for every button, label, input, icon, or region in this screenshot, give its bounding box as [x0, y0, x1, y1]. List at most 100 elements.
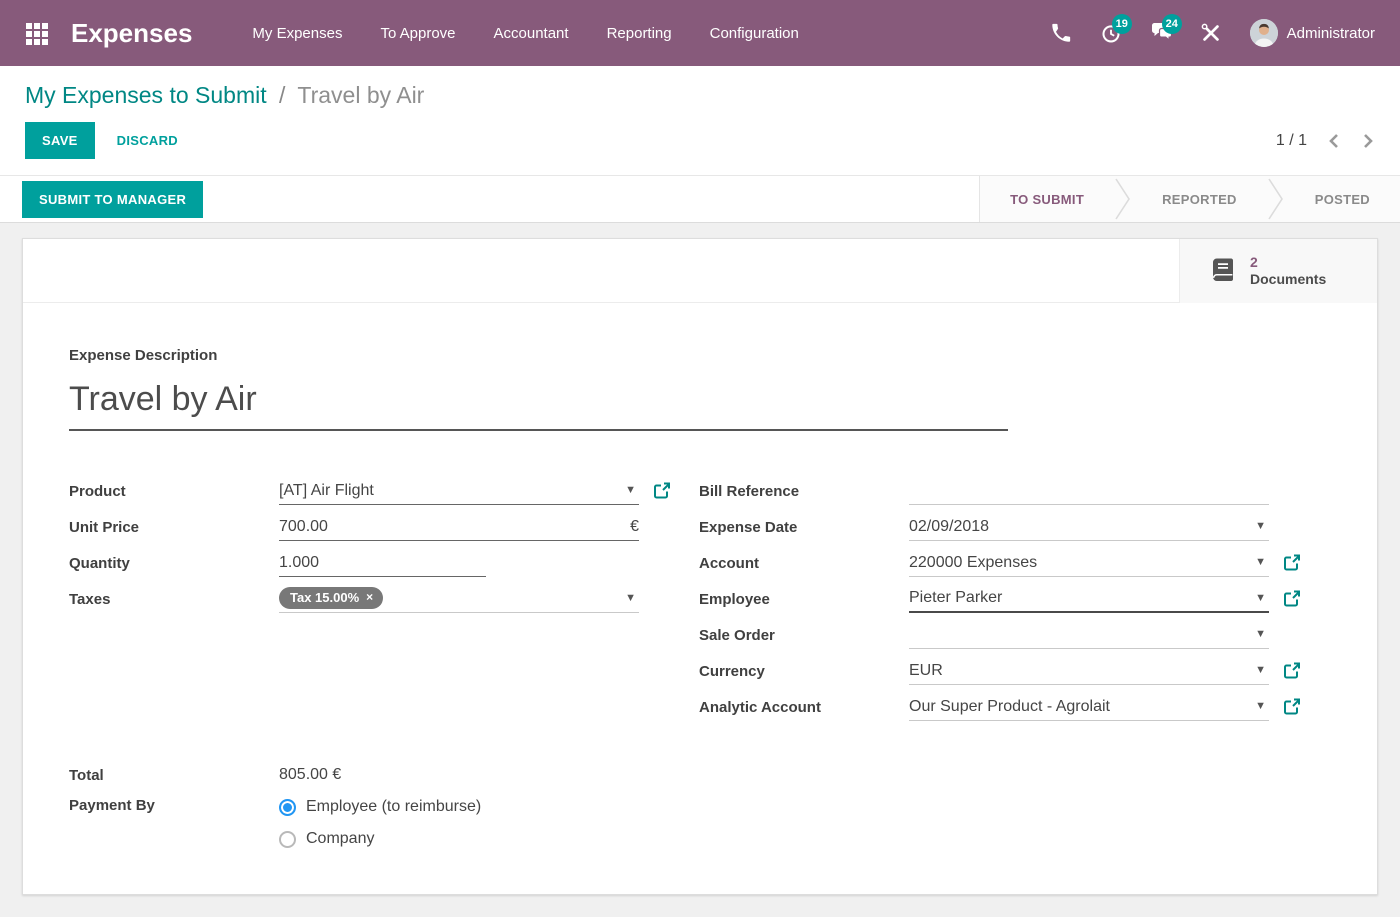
field-row-employee: Employee Pieter Parker ▼: [699, 581, 1269, 617]
quantity-input[interactable]: 1.000: [279, 549, 486, 577]
activities-clock-icon[interactable]: 19: [1100, 22, 1122, 44]
total-label: Total: [69, 767, 279, 784]
pager-value: 1 / 1: [1276, 132, 1307, 150]
radio-selected-icon[interactable]: [279, 799, 296, 816]
field-row-account: Account 220000 Expenses ▼: [699, 545, 1269, 581]
external-link-icon[interactable]: [1284, 662, 1301, 679]
product-input[interactable]: [AT] Air Flight ▼: [279, 477, 639, 505]
bill-reference-label: Bill Reference: [699, 483, 909, 500]
dropdown-caret-icon[interactable]: ▼: [1255, 665, 1266, 676]
totals-section: Total 805.00 € Payment By Employee (to r…: [69, 759, 1331, 855]
field-row-bill-reference: Bill Reference: [699, 473, 1269, 509]
payment-option-employee[interactable]: Employee (to reimburse): [279, 791, 481, 823]
book-icon: [1208, 256, 1238, 286]
user-name: Administrator: [1287, 25, 1375, 42]
dropdown-caret-icon[interactable]: ▼: [1255, 557, 1266, 568]
status-steps: TO SUBMIT REPORTED POSTED: [979, 176, 1400, 222]
activities-badge: 19: [1112, 14, 1132, 34]
external-link-icon[interactable]: [654, 482, 671, 499]
content-area: 2 Documents Expense Description Travel b…: [0, 223, 1400, 917]
button-box: 2 Documents: [23, 239, 1377, 303]
expense-date-input[interactable]: 02/09/2018 ▼: [909, 513, 1269, 541]
menu-accountant[interactable]: Accountant: [494, 25, 569, 42]
messages-badge: 24: [1162, 14, 1182, 34]
account-label: Account: [699, 555, 909, 572]
external-link-icon[interactable]: [1284, 590, 1301, 607]
user-menu[interactable]: Administrator: [1250, 19, 1375, 47]
account-input[interactable]: 220000 Expenses ▼: [909, 549, 1269, 577]
employee-input[interactable]: Pieter Parker ▼: [909, 585, 1269, 613]
phone-icon[interactable]: [1050, 22, 1072, 44]
status-step-posted[interactable]: POSTED: [1285, 176, 1400, 222]
field-row-quantity: Quantity 1.000: [69, 545, 639, 581]
bill-reference-input[interactable]: [909, 477, 1269, 505]
product-label: Product: [69, 483, 279, 500]
documents-stat-button[interactable]: 2 Documents: [1179, 239, 1377, 303]
messages-chat-icon[interactable]: 24: [1150, 22, 1172, 44]
dropdown-caret-icon[interactable]: ▼: [1255, 593, 1266, 604]
taxes-input[interactable]: Tax 15.00% × ▼: [279, 585, 639, 613]
unit-price-input[interactable]: 700.00 €: [279, 513, 639, 541]
status-step-arrow-icon: [1267, 176, 1285, 222]
external-link-icon[interactable]: [1284, 698, 1301, 715]
taxes-label: Taxes: [69, 591, 279, 608]
expense-date-label: Expense Date: [699, 519, 909, 536]
quantity-label: Quantity: [69, 555, 279, 572]
field-row-unit-price: Unit Price 700.00 €: [69, 509, 639, 545]
field-row-product: Product [AT] Air Flight ▼: [69, 473, 639, 509]
save-button[interactable]: SAVE: [25, 122, 95, 159]
menu-reporting[interactable]: Reporting: [607, 25, 672, 42]
remove-tag-icon[interactable]: ×: [366, 590, 373, 604]
field-row-expense-date: Expense Date 02/09/2018 ▼: [699, 509, 1269, 545]
tools-icon[interactable]: [1200, 22, 1222, 44]
employee-label: Employee: [699, 591, 909, 608]
submit-to-manager-button[interactable]: SUBMIT TO MANAGER: [22, 181, 203, 218]
dropdown-caret-icon[interactable]: ▼: [1255, 701, 1266, 712]
radio-unselected-icon[interactable]: [279, 831, 296, 848]
currency-label: Currency: [699, 663, 909, 680]
form-left-group: Product [AT] Air Flight ▼ Unit Price 7: [69, 473, 639, 617]
menu-configuration[interactable]: Configuration: [710, 25, 799, 42]
sale-order-label: Sale Order: [699, 627, 909, 644]
unit-price-label: Unit Price: [69, 519, 279, 536]
payment-by-label: Payment By: [69, 791, 279, 814]
dropdown-caret-icon[interactable]: ▼: [625, 485, 636, 496]
external-link-icon[interactable]: [1284, 554, 1301, 571]
documents-count: 2: [1250, 254, 1326, 271]
status-step-arrow-icon: [1114, 176, 1132, 222]
app-title[interactable]: Expenses: [71, 18, 192, 49]
sale-order-input[interactable]: ▼: [909, 621, 1269, 649]
documents-label: Documents: [1250, 271, 1326, 288]
main-menu: My Expenses To Approve Accountant Report…: [252, 25, 798, 42]
breadcrumb-parent-link[interactable]: My Expenses to Submit: [25, 82, 267, 108]
analytic-account-input[interactable]: Our Super Product - Agrolait ▼: [909, 693, 1269, 721]
pager-next-icon[interactable]: [1361, 133, 1375, 149]
status-step-to-submit[interactable]: TO SUBMIT: [980, 176, 1114, 222]
total-value: 805.00 €: [279, 766, 341, 784]
field-row-analytic-account: Analytic Account Our Super Product - Agr…: [699, 689, 1269, 725]
pager-previous-icon[interactable]: [1327, 133, 1341, 149]
currency-symbol: €: [630, 518, 639, 536]
control-panel: My Expenses to Submit / Travel by Air SA…: [0, 66, 1400, 175]
field-row-taxes: Taxes Tax 15.00% × ▼: [69, 581, 639, 617]
payment-by-row: Payment By Employee (to reimburse) Compa…: [69, 791, 1331, 855]
dropdown-caret-icon[interactable]: ▼: [625, 593, 636, 604]
dropdown-caret-icon[interactable]: ▼: [1255, 629, 1266, 640]
currency-input[interactable]: EUR ▼: [909, 657, 1269, 685]
breadcrumb-separator: /: [273, 82, 291, 108]
expense-description-input[interactable]: Travel by Air: [69, 380, 1008, 431]
analytic-account-label: Analytic Account: [699, 699, 909, 716]
pager: 1 / 1: [1276, 132, 1375, 150]
top-navbar: Expenses My Expenses To Approve Accounta…: [0, 0, 1400, 66]
tax-tag: Tax 15.00% ×: [279, 587, 383, 609]
dropdown-caret-icon[interactable]: ▼: [1255, 521, 1266, 532]
discard-button[interactable]: DISCARD: [117, 133, 178, 148]
total-row: Total 805.00 €: [69, 759, 1331, 791]
apps-menu-icon[interactable]: [25, 21, 49, 45]
payment-option-company[interactable]: Company: [279, 823, 481, 855]
menu-my-expenses[interactable]: My Expenses: [252, 25, 342, 42]
status-step-reported[interactable]: REPORTED: [1132, 176, 1267, 222]
field-row-sale-order: Sale Order ▼: [699, 617, 1269, 653]
user-avatar: [1250, 19, 1278, 47]
menu-to-approve[interactable]: To Approve: [380, 25, 455, 42]
